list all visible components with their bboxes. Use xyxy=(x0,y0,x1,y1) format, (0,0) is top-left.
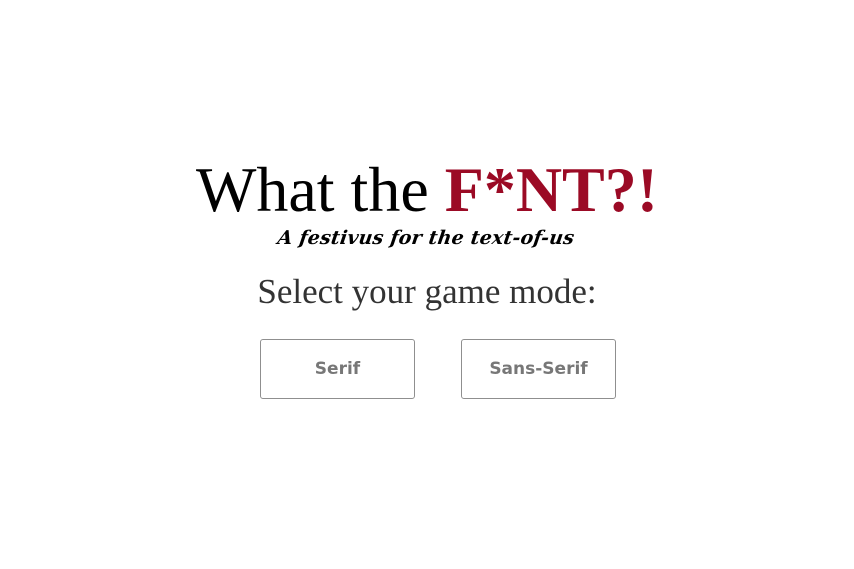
serif-mode-button[interactable]: Serif xyxy=(260,339,415,399)
tagline: A festivus for the text-of-us xyxy=(276,227,576,249)
sans-serif-mode-label: Sans-Serif xyxy=(489,359,588,379)
title-prefix: What the xyxy=(195,154,445,225)
game-mode-prompt: Select your game mode: xyxy=(257,272,597,311)
serif-mode-label: Serif xyxy=(314,359,361,379)
sans-serif-mode-button[interactable]: Sans-Serif xyxy=(461,339,616,399)
page-title: What the F*NT?! xyxy=(0,152,854,228)
game-landing-page: What the F*NT?! A festivus for the text-… xyxy=(0,0,854,569)
title-accent: F*NT?! xyxy=(444,154,659,225)
